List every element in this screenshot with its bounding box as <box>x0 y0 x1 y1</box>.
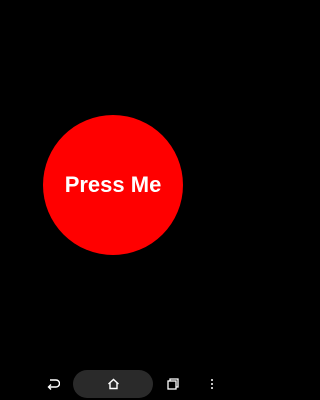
overflow-menu-icon <box>210 378 214 390</box>
back-button[interactable] <box>40 368 66 400</box>
recents-icon <box>167 378 179 390</box>
press-me-label: Press Me <box>64 172 162 197</box>
back-icon <box>46 378 60 390</box>
app-screen: Press Me <box>0 0 225 368</box>
press-me-button[interactable]: Press Me <box>43 115 183 255</box>
recents-button[interactable] <box>160 368 186 400</box>
overflow-menu-button[interactable] <box>203 368 221 400</box>
home-button[interactable] <box>73 370 153 398</box>
system-navigation-bar <box>0 368 225 400</box>
home-icon <box>107 378 120 390</box>
